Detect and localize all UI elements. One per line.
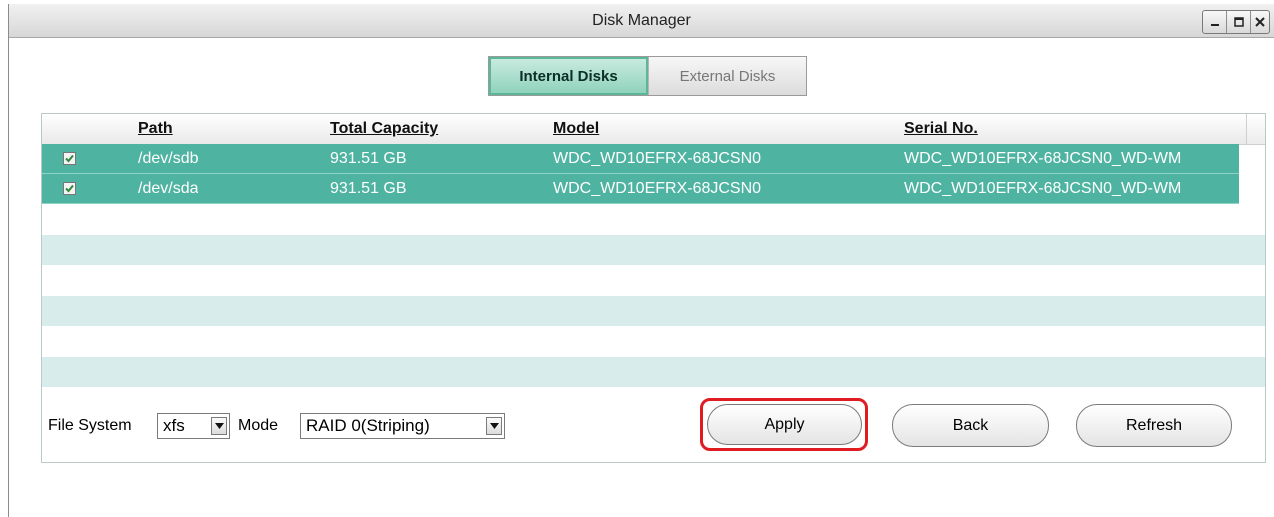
minimize-icon[interactable] [1203, 11, 1227, 33]
mode-select[interactable]: RAID 0(Striping) [300, 413, 505, 439]
cell-capacity: 931.51 GB [330, 150, 407, 167]
footer-controls: File System xfs Mode RAID 0(Striping) Ap… [42, 387, 1265, 462]
empty-row [42, 357, 1265, 387]
file-system-value: xfs [163, 416, 185, 435]
header-scroll-corner [1246, 114, 1265, 144]
column-header-path[interactable]: Path [138, 120, 173, 138]
table-row[interactable]: /dev/sdb 931.51 GB WDC_WD10EFRX-68JCSN0 … [42, 144, 1239, 174]
cell-serial: WDC_WD10EFRX-68JCSN0_WD-WM [904, 180, 1182, 197]
cell-model: WDC_WD10EFRX-68JCSN0 [553, 180, 762, 197]
empty-row [42, 326, 1265, 356]
cell-path: /dev/sdb [138, 150, 199, 167]
empty-row [42, 296, 1265, 326]
tab-internal-disks[interactable]: Internal Disks [489, 57, 648, 95]
column-header-total-capacity[interactable]: Total Capacity [330, 120, 438, 138]
row-checkbox[interactable] [63, 182, 76, 195]
chevron-down-icon[interactable] [486, 417, 502, 435]
tab-external-disks[interactable]: External Disks [648, 57, 806, 95]
empty-row [42, 204, 1265, 234]
back-button[interactable]: Back [892, 404, 1049, 447]
table-body: /dev/sdb 931.51 GB WDC_WD10EFRX-68JCSN0 … [42, 144, 1265, 387]
chevron-down-icon[interactable] [211, 417, 227, 435]
disk-panel: Path Total Capacity Model Serial No. /de… [41, 113, 1266, 463]
file-system-label: File System [48, 417, 132, 434]
window-title: Disk Manager [592, 12, 691, 29]
apply-button[interactable]: Apply [707, 404, 862, 445]
table-row[interactable]: /dev/sda 931.51 GB WDC_WD10EFRX-68JCSN0 … [42, 174, 1239, 204]
mode-label: Mode [238, 417, 279, 434]
column-header-model[interactable]: Model [553, 120, 599, 138]
title-bar[interactable]: Disk Manager [9, 4, 1274, 38]
file-system-select[interactable]: xfs [157, 413, 230, 439]
row-checkbox[interactable] [63, 152, 76, 165]
column-header-serial-no[interactable]: Serial No. [904, 120, 978, 138]
cell-model: WDC_WD10EFRX-68JCSN0 [553, 150, 762, 167]
maximize-icon[interactable] [1227, 11, 1251, 33]
disk-tabs: Internal Disks External Disks [488, 56, 807, 96]
table-header: Path Total Capacity Model Serial No. [42, 114, 1265, 145]
cell-path: /dev/sda [138, 180, 199, 197]
empty-row [42, 265, 1265, 295]
refresh-button[interactable]: Refresh [1076, 404, 1232, 447]
cell-serial: WDC_WD10EFRX-68JCSN0_WD-WM [904, 150, 1182, 167]
close-icon[interactable] [1251, 11, 1269, 33]
window-controls [1202, 10, 1270, 34]
empty-row [42, 235, 1265, 265]
cell-capacity: 931.51 GB [330, 180, 407, 197]
mode-value: RAID 0(Striping) [306, 416, 430, 435]
disk-manager-window: Disk Manager Internal Disks External Dis… [8, 4, 1274, 517]
